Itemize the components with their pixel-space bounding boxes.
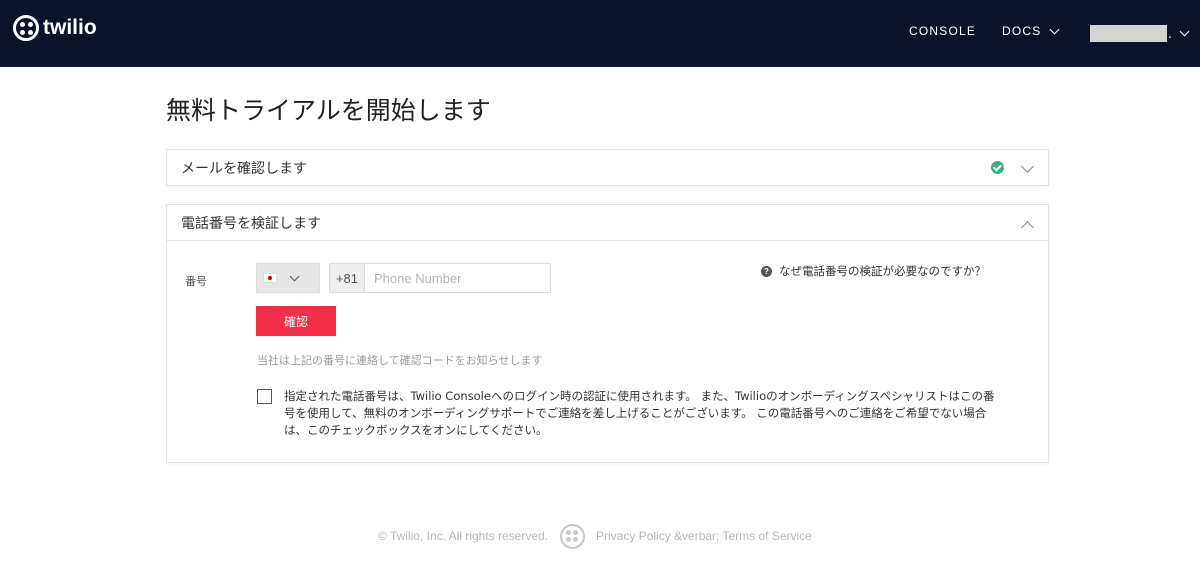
phone-number-field: +81 — [329, 263, 551, 293]
logo-text: twilio — [43, 16, 97, 39]
chevron-down-icon — [1021, 160, 1034, 173]
twilio-logo-icon — [13, 15, 39, 41]
account-suffix: . — [1168, 26, 1172, 41]
chevron-down-icon — [289, 271, 300, 281]
dial-code: +81 — [330, 264, 365, 292]
phone-number-input[interactable] — [365, 264, 550, 292]
phone-verify-panel: 電話番号を検証します 番号 +81 ? なぜ電話番号の検証が必要なのですか？ 確… — [166, 204, 1049, 463]
help-text: なぜ電話番号の検証が必要なのですか？ — [779, 264, 986, 278]
account-menu[interactable]: . — [1090, 25, 1190, 42]
question-circle-icon: ? — [761, 265, 772, 277]
phone-panel-title: 電話番号を検証します — [181, 215, 321, 232]
confirm-button[interactable]: 確認 — [256, 306, 336, 336]
number-label: 番号 — [185, 275, 207, 288]
nav-docs-dropdown[interactable]: DOCS — [1002, 24, 1060, 38]
consent-text: 指定された電話番号は、Twilio Consoleへのログイン時の認証に使用され… — [284, 389, 995, 437]
email-panel-header[interactable]: メールを確認します — [167, 150, 1048, 186]
footer: © Twilio, Inc. All rights reserved. Priv… — [378, 523, 812, 549]
consent-row: 指定された電話番号は、Twilio Consoleへのログイン時の認証に使用され… — [257, 388, 1004, 439]
check-circle-icon — [991, 161, 1004, 174]
twilio-logo[interactable]: twilio — [13, 14, 97, 42]
email-verify-panel: メールを確認します — [166, 149, 1049, 186]
country-code-select[interactable] — [256, 263, 320, 293]
footer-legal-links[interactable]: Privacy Policy &verbar; Terms of Service — [596, 529, 812, 543]
chevron-up-icon — [1021, 221, 1034, 234]
opt-out-checkbox[interactable] — [257, 389, 272, 404]
top-nav-bar: twilio CONSOLE DOCS . — [0, 0, 1200, 67]
chevron-down-icon — [1050, 24, 1060, 34]
account-name-redacted — [1090, 25, 1167, 42]
footer-copyright: © Twilio, Inc. All rights reserved. — [378, 529, 549, 543]
nav-console-link[interactable]: CONSOLE — [909, 24, 976, 38]
chevron-down-icon — [1179, 26, 1190, 37]
page-title: 無料トライアルを開始します — [166, 96, 491, 125]
phone-panel-header[interactable]: 電話番号を検証します — [167, 205, 1048, 241]
nav-docs-label: DOCS — [1002, 24, 1042, 38]
verification-note: 当社は上記の番号に連絡して確認コードをお知らせします — [257, 354, 543, 367]
jp-flag-icon — [263, 273, 277, 283]
twilio-logo-icon — [560, 523, 586, 549]
email-panel-title: メールを確認します — [181, 161, 307, 177]
why-verify-help-link[interactable]: ? なぜ電話番号の検証が必要なのですか？ — [761, 263, 986, 279]
